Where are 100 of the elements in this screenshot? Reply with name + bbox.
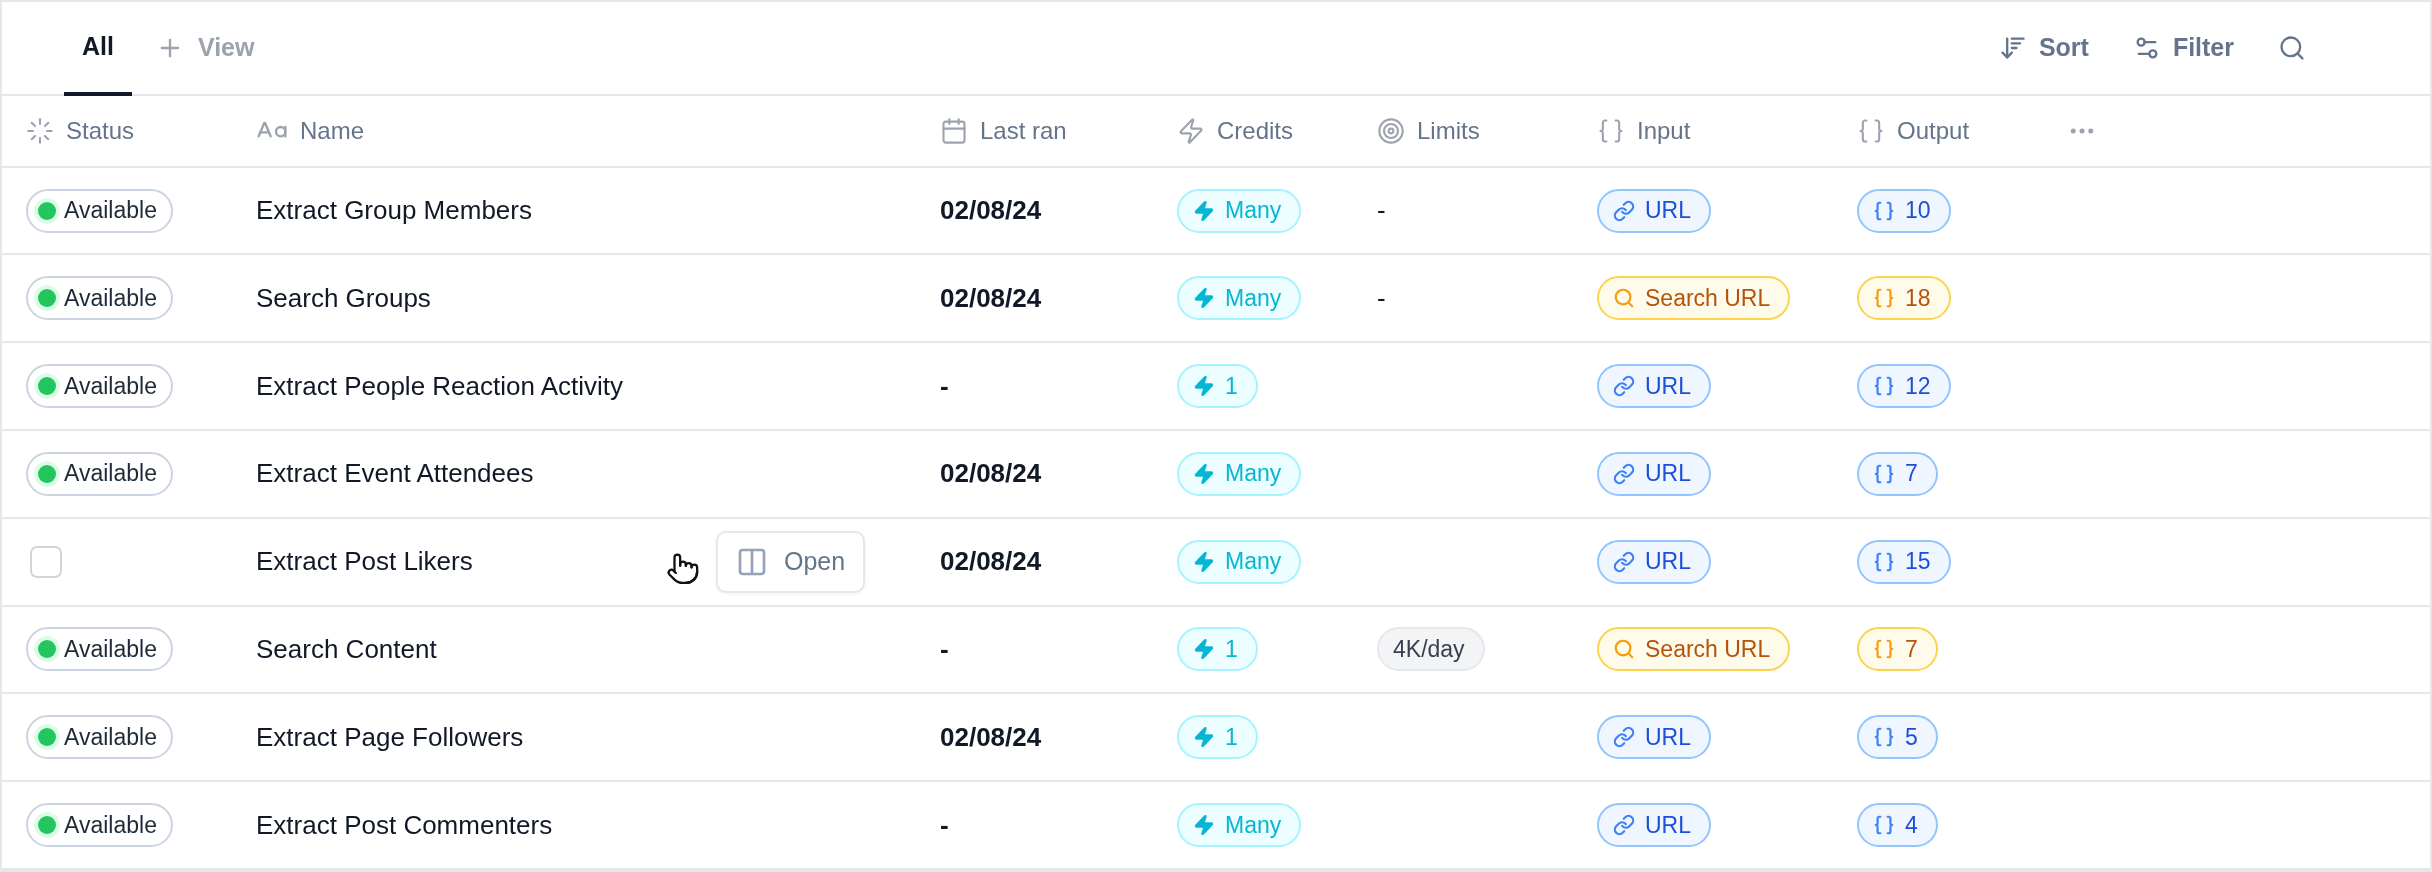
column-header: Input [1637, 116, 1691, 145]
filter-button[interactable]: Filter [2110, 2, 2256, 94]
lightning-icon [1193, 638, 1215, 661]
braces-icon [1873, 814, 1895, 837]
input-tag: Search URL [1597, 627, 1791, 672]
credits-tag: Many [1177, 539, 1302, 584]
output-tag: 15 [1857, 539, 1951, 584]
credits-tag: Many [1177, 188, 1302, 233]
input-tag: URL [1597, 539, 1711, 584]
link-icon [1613, 462, 1635, 485]
input-tag: URL [1597, 188, 1711, 233]
output-tag: 18 [1857, 276, 1951, 321]
braces-icon [1597, 116, 1625, 145]
column-header: Status [66, 116, 135, 145]
output-tag: 12 [1857, 364, 1951, 409]
column-header: Output [1897, 116, 1970, 145]
credits-tag: Many [1177, 451, 1302, 496]
braces-icon [1873, 638, 1895, 661]
date-cell: - [940, 634, 949, 665]
limits-text: - [1377, 282, 1386, 314]
name-cell: Extract Post Commenters [256, 809, 553, 841]
status-badge: Available [26, 627, 173, 672]
link-icon [1613, 726, 1635, 749]
input-tag: URL [1597, 364, 1711, 409]
braces-icon [1857, 116, 1885, 145]
status-dot-icon [38, 289, 56, 308]
link-icon [1613, 550, 1635, 573]
date-cell: 02/08/24 [940, 458, 1042, 490]
open-button[interactable]: Open [716, 530, 866, 593]
link-icon [1613, 199, 1635, 222]
hand-cursor-icon [666, 551, 700, 586]
braces-icon [1873, 550, 1895, 573]
credits-tag: 1 [1177, 627, 1258, 672]
input-tag: URL [1597, 715, 1711, 760]
view-tab[interactable]: All [64, 2, 132, 96]
calendar-icon [940, 116, 968, 145]
limit-tag: 4K/day [1377, 627, 1485, 672]
output-tag: 10 [1857, 188, 1951, 233]
link-icon [1613, 814, 1635, 837]
status-dot-icon [38, 464, 56, 483]
limits-text: - [1377, 195, 1386, 226]
name-cell: Extract Event Attendees [256, 458, 534, 490]
column-header: Name [300, 116, 365, 145]
lightning-icon [1193, 375, 1215, 398]
braces-icon [1873, 462, 1895, 485]
output-tag: 4 [1857, 803, 1938, 848]
search-icon [1613, 287, 1635, 310]
name-cell: Search Groups [256, 282, 431, 314]
braces-icon [1873, 726, 1895, 749]
credits-tag: 1 [1177, 715, 1258, 760]
credits-tag: 1 [1177, 364, 1258, 409]
date-cell: 02/08/24 [940, 282, 1042, 314]
date-cell: 02/08/24 [940, 195, 1042, 226]
braces-icon [1873, 375, 1895, 398]
credits-tag: Many [1177, 276, 1302, 321]
output-tag: 7 [1857, 627, 1938, 672]
status-badge: Available [26, 803, 173, 848]
status-badge: Available [26, 276, 173, 321]
name-cell: Extract Page Followers [256, 721, 524, 753]
input-tag: Search URL [1597, 276, 1791, 321]
status-dot-icon [38, 816, 56, 835]
status-dot-icon [38, 377, 56, 396]
date-cell: 02/08/24 [940, 721, 1042, 753]
output-tag: 5 [1857, 715, 1938, 760]
status-badge: Available [26, 188, 173, 233]
status-badge: Available [26, 364, 173, 409]
status-badge: Available [26, 451, 173, 496]
add-view-button[interactable]: View [131, 2, 279, 94]
spinner-icon [26, 116, 54, 145]
status-dot-icon [38, 728, 56, 747]
target-icon [1377, 116, 1405, 145]
lightning-icon [1193, 726, 1215, 749]
status-dot-icon [38, 201, 56, 220]
date-cell: - [940, 809, 949, 841]
braces-icon [1873, 199, 1895, 222]
lightning-icon [1193, 550, 1215, 573]
lightning-icon [1193, 814, 1215, 837]
input-tag: URL [1597, 451, 1711, 496]
date-cell: 02/08/24 [940, 546, 1042, 578]
status-badge: Available [26, 715, 173, 760]
lightning-icon [1177, 116, 1205, 145]
date-cell: - [940, 370, 949, 402]
lightning-icon [1193, 199, 1215, 222]
row-checkbox[interactable] [30, 545, 62, 578]
link-icon [1613, 375, 1635, 398]
credits-tag: Many [1177, 803, 1302, 848]
column-header: Credits [1217, 116, 1294, 145]
column-header: Limits [1417, 116, 1480, 145]
sort-button[interactable]: Sort [1976, 2, 2111, 94]
search-icon [2278, 33, 2306, 62]
braces-icon [1873, 287, 1895, 310]
name-cell: Search Content [256, 634, 437, 665]
search-icon [1613, 638, 1635, 661]
lightning-icon [1193, 462, 1215, 485]
lightning-icon [1193, 287, 1215, 310]
name-cell: Extract People Reaction Activity [256, 370, 624, 402]
output-tag: 7 [1857, 451, 1938, 496]
name-cell: Extract Post Likers [256, 546, 473, 578]
input-tag: URL [1597, 803, 1711, 848]
name-cell: Extract Group Members [256, 195, 532, 226]
